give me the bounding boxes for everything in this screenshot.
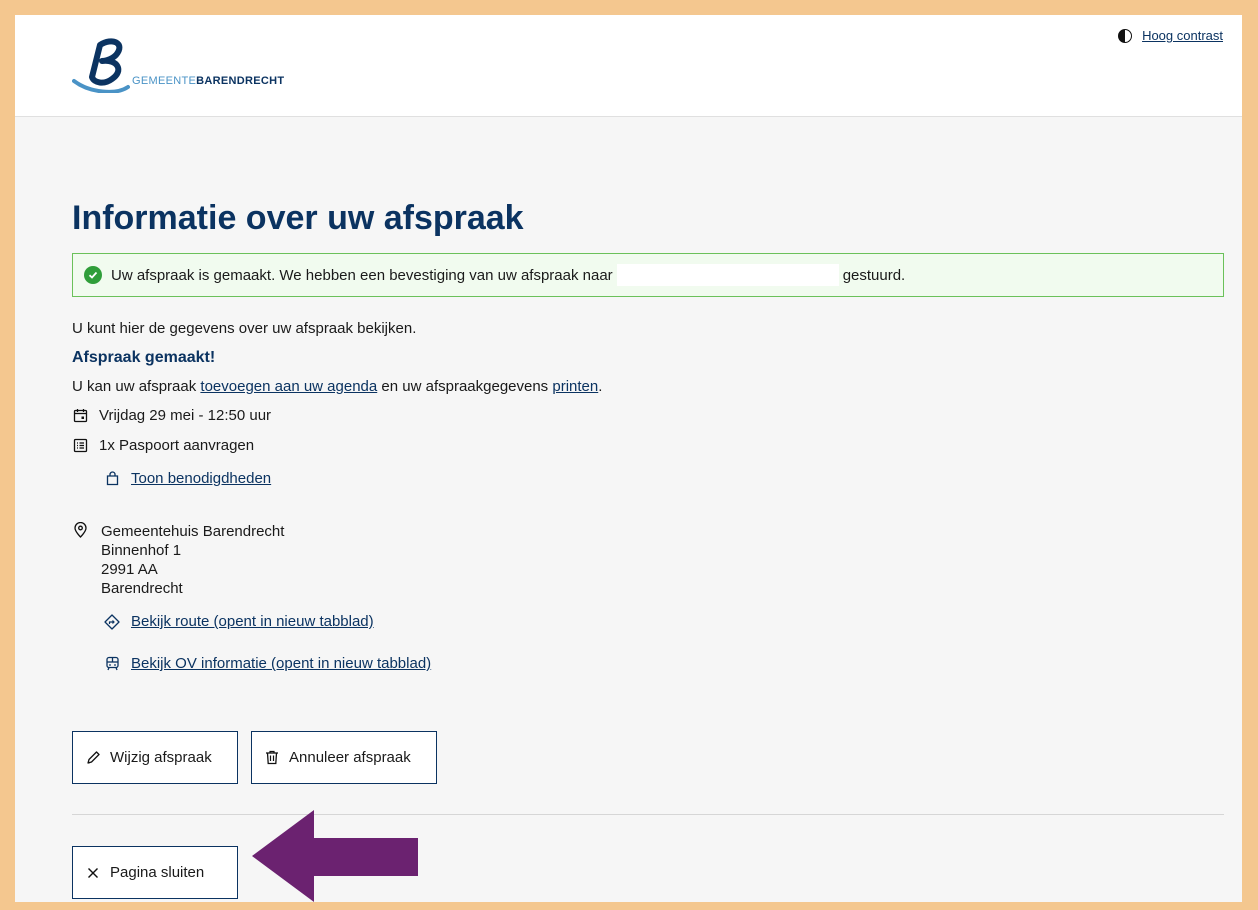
intro-text: U kunt hier de gegevens over uw afspraak… <box>72 320 417 337</box>
map-pin-icon <box>72 522 88 538</box>
shopping-bag-icon <box>104 471 120 487</box>
lead-text-1: U kan uw afspraak <box>72 378 201 395</box>
site-header: GEMEENTEBARENDRECHT Hoog contrast <box>15 15 1242 117</box>
list-icon <box>72 438 88 454</box>
page-frame: GEMEENTEBARENDRECHT Hoog contrast Inform… <box>15 15 1242 902</box>
appointment-datetime: Vrijdag 29 mei - 12:50 uur <box>72 407 271 424</box>
directions-icon <box>104 613 120 630</box>
change-appointment-button[interactable]: Wijzig afspraak <box>72 731 238 784</box>
add-to-calendar-link[interactable]: toevoegen aan uw agenda <box>200 378 377 395</box>
alert-text-end: gestuurd. <box>842 266 906 284</box>
location-row <box>72 522 99 538</box>
close-page-button[interactable]: Pagina sluiten <box>72 846 238 899</box>
view-route-link[interactable]: Bekijk route (opent in nieuw tabblad) <box>131 613 374 630</box>
pencil-icon <box>85 750 101 766</box>
bus-icon <box>104 656 120 672</box>
check-circle-icon <box>84 266 102 284</box>
annotation-arrow-icon <box>252 810 418 902</box>
show-requirements-link[interactable]: Toon benodigdheden <box>131 470 271 487</box>
lead-text-2: en uw afspraakgegevens <box>377 378 553 395</box>
high-contrast-toggle[interactable]: Hoog contrast <box>1118 28 1223 43</box>
lead-text-3: . <box>598 378 603 395</box>
view-ov-info-link[interactable]: Bekijk OV informatie (opent in nieuw tab… <box>131 655 431 672</box>
datetime-text: Vrijdag 29 mei - 12:50 uur <box>99 407 272 424</box>
location-street: Binnenhof 1 <box>101 542 182 559</box>
ov-row[interactable]: Bekijk OV informatie (opent in nieuw tab… <box>104 655 431 672</box>
redacted-email <box>616 264 839 286</box>
appointment-heading: Afspraak gemaakt! <box>72 349 216 366</box>
close-page-label: Pagina sluiten <box>110 864 205 881</box>
alert-text-start: Uw afspraak is gemaakt. We hebben een be… <box>111 266 613 284</box>
close-icon <box>85 865 101 881</box>
logo-b-icon <box>72 38 130 93</box>
location-address: Gemeentehuis Barendrecht Binnenhof 1 299… <box>101 522 284 598</box>
requirements-row[interactable]: Toon benodigdheden <box>104 470 271 487</box>
print-link[interactable]: printen <box>552 378 598 395</box>
cancel-appointment-button[interactable]: Annuleer afspraak <box>251 731 437 784</box>
cancel-appointment-label: Annuleer afspraak <box>289 749 411 766</box>
appointment-lead: U kan uw afspraak toevoegen aan uw agend… <box>72 378 602 395</box>
route-row[interactable]: Bekijk route (opent in nieuw tabblad) <box>104 613 374 630</box>
logo[interactable]: GEMEENTEBARENDRECHT <box>72 37 284 93</box>
page-title: Informatie over uw afspraak <box>72 199 524 237</box>
location-city: Barendrecht <box>101 580 183 597</box>
success-alert: Uw afspraak is gemaakt. We hebben een be… <box>72 253 1224 297</box>
logo-text: GEMEENTEBARENDRECHT <box>132 75 285 87</box>
section-divider <box>72 814 1224 815</box>
contrast-icon <box>1118 28 1133 43</box>
change-appointment-label: Wijzig afspraak <box>110 749 212 766</box>
high-contrast-link[interactable]: Hoog contrast <box>1142 28 1223 43</box>
location-postcode: 2991 AA <box>101 561 158 578</box>
calendar-icon <box>72 408 88 424</box>
trash-icon <box>264 750 280 766</box>
location-name: Gemeentehuis Barendrecht <box>101 523 285 540</box>
product-text: 1x Paspoort aanvragen <box>99 437 255 454</box>
appointment-product: 1x Paspoort aanvragen <box>72 437 254 454</box>
